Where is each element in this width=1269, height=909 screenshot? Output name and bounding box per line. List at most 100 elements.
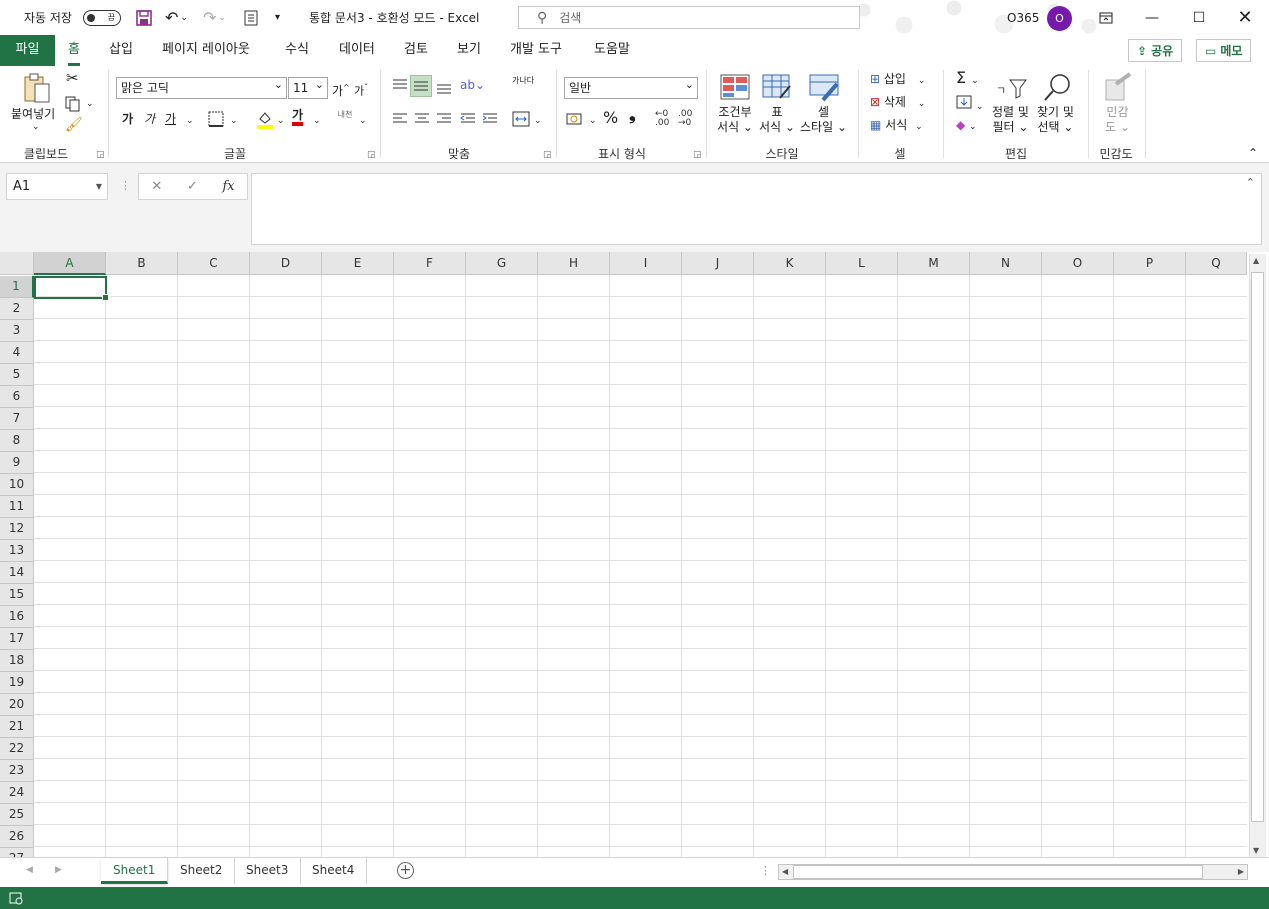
tab-help[interactable]: 도움말: [594, 35, 630, 66]
row-header-11[interactable]: 11: [0, 496, 34, 518]
column-header-f[interactable]: F: [394, 252, 466, 275]
align-bottom-icon[interactable]: [436, 81, 452, 99]
find-select-button[interactable]: 찾기 및 선택 ⌄: [1037, 105, 1074, 135]
underline-dropdown-icon[interactable]: ⌄: [186, 114, 194, 129]
column-header-g[interactable]: G: [466, 252, 538, 275]
format-cells-button[interactable]: ▦ 서식 ⌄: [870, 118, 923, 135]
cell-styles-icon[interactable]: [809, 74, 841, 105]
avatar[interactable]: O: [1047, 6, 1072, 31]
row-header-27[interactable]: 27: [0, 848, 34, 857]
row-header-4[interactable]: 4: [0, 342, 34, 364]
save-icon[interactable]: [135, 0, 153, 35]
sheet-tab-3[interactable]: Sheet3: [234, 858, 302, 884]
scroll-up-icon[interactable]: ▲: [1253, 256, 1259, 265]
increase-font-icon[interactable]: 가^: [332, 80, 350, 99]
orientation-icon[interactable]: ab⌄: [460, 78, 485, 93]
table-format-icon[interactable]: [762, 74, 792, 103]
cut-icon[interactable]: ✂: [66, 71, 79, 86]
enter-icon[interactable]: ✓: [187, 179, 198, 194]
row-header-25[interactable]: 25: [0, 804, 34, 826]
percent-button[interactable]: %: [603, 110, 618, 126]
conditional-format-button[interactable]: 조건부 서식 ⌄: [717, 105, 753, 135]
increase-indent-icon[interactable]: [482, 112, 498, 130]
copy-icon[interactable]: [65, 96, 81, 116]
row-header-20[interactable]: 20: [0, 694, 34, 716]
increase-decimal-icon[interactable]: ←0.00: [655, 110, 669, 128]
underline-button[interactable]: 가: [165, 112, 176, 127]
row-header-15[interactable]: 15: [0, 584, 34, 606]
row-header-26[interactable]: 26: [0, 826, 34, 848]
number-format-select[interactable]: 일반: [564, 75, 698, 99]
active-cell[interactable]: [34, 276, 109, 301]
row-header-8[interactable]: 8: [0, 430, 34, 452]
row-header-19[interactable]: 19: [0, 672, 34, 694]
column-header-b[interactable]: B: [106, 252, 178, 275]
column-header-h[interactable]: H: [538, 252, 610, 275]
tab-developer[interactable]: 개발 도구: [510, 35, 562, 66]
macro-record-icon[interactable]: [9, 891, 23, 908]
row-header-2[interactable]: 2: [0, 298, 34, 320]
merge-center-icon[interactable]: [512, 111, 530, 131]
name-box[interactable]: A1 ▼: [6, 173, 108, 200]
row-header-24[interactable]: 24: [0, 782, 34, 804]
border-dropdown-icon[interactable]: ⌄: [230, 114, 238, 129]
tab-splitter-icon[interactable]: ⋮: [760, 864, 771, 877]
cell-area[interactable]: [34, 275, 1247, 857]
fill-color-dropdown-icon[interactable]: ⌄: [277, 114, 285, 129]
row-header-22[interactable]: 22: [0, 738, 34, 760]
sensitivity-icon[interactable]: [1104, 72, 1132, 105]
tab-home[interactable]: 홈: [68, 35, 80, 66]
tab-file[interactable]: 파일: [0, 35, 55, 66]
scroll-left-icon[interactable]: ◀: [782, 867, 788, 876]
column-header-q[interactable]: Q: [1186, 252, 1247, 275]
row-header-7[interactable]: 7: [0, 408, 34, 430]
column-header-c[interactable]: C: [178, 252, 250, 275]
column-header-i[interactable]: I: [610, 252, 682, 275]
row-header-18[interactable]: 18: [0, 650, 34, 672]
sheet-tab-1[interactable]: Sheet1: [101, 858, 169, 884]
column-header-n[interactable]: N: [970, 252, 1042, 275]
prev-sheet-icon[interactable]: ◀: [26, 865, 33, 875]
row-header-1[interactable]: 1: [0, 276, 34, 298]
insert-function-button[interactable]: fx: [222, 179, 234, 194]
comma-button[interactable]: ❟: [629, 107, 636, 124]
font-launcher-icon[interactable]: ◲: [367, 148, 376, 163]
row-header-6[interactable]: 6: [0, 386, 34, 408]
copy-dropdown-icon[interactable]: ⌄: [86, 97, 94, 112]
tab-page-layout[interactable]: 페이지 레이아웃: [162, 35, 250, 66]
font-size-select[interactable]: 11: [288, 75, 328, 99]
wrap-text-button[interactable]: 가나다: [512, 76, 534, 85]
share-button[interactable]: ⇪ 공유: [1128, 39, 1183, 62]
column-header-j[interactable]: J: [682, 252, 754, 275]
sheet-tab-2[interactable]: Sheet2: [168, 858, 236, 884]
autosum-icon[interactable]: Σ ⌄: [956, 70, 979, 89]
tab-data[interactable]: 데이터: [339, 35, 375, 66]
name-box-dropdown-icon[interactable]: ▼: [96, 174, 102, 199]
sort-filter-icon[interactable]: ㄱ: [996, 76, 1028, 103]
vertical-scroll-thumb[interactable]: [1251, 272, 1264, 822]
collapse-formula-icon[interactable]: ⌃: [1246, 176, 1255, 189]
column-header-e[interactable]: E: [322, 252, 394, 275]
row-header-16[interactable]: 16: [0, 606, 34, 628]
paste-dropdown-icon[interactable]: ⌄: [32, 120, 40, 135]
decrease-decimal-icon[interactable]: .00 →0: [678, 110, 692, 128]
undo-icon[interactable]: ↶ ⌄: [165, 0, 188, 35]
conditional-format-icon[interactable]: [720, 74, 750, 103]
align-center-icon[interactable]: [414, 112, 430, 130]
table-format-button[interactable]: 표 서식 ⌄: [759, 105, 795, 135]
tab-insert[interactable]: 삽입: [109, 35, 133, 66]
sort-filter-button[interactable]: 정렬 및 필터 ⌄: [992, 105, 1029, 135]
clipboard-launcher-icon[interactable]: ◲: [96, 148, 105, 163]
fill-icon[interactable]: ⌄: [956, 95, 984, 115]
align-right-icon[interactable]: [436, 112, 452, 130]
accounting-format-icon[interactable]: [566, 112, 584, 130]
font-name-select[interactable]: 맑은 고딕: [116, 75, 287, 99]
close-icon[interactable]: ✕: [1222, 0, 1268, 35]
row-header-3[interactable]: 3: [0, 320, 34, 342]
clear-icon[interactable]: ◆ ⌄: [956, 118, 977, 135]
row-header-17[interactable]: 17: [0, 628, 34, 650]
autosave-toggle[interactable]: 끔: [83, 0, 121, 35]
cell-styles-button[interactable]: 셀 스타일 ⌄: [800, 105, 847, 135]
accounting-dropdown-icon[interactable]: ⌄: [589, 114, 597, 129]
row-header-9[interactable]: 9: [0, 452, 34, 474]
